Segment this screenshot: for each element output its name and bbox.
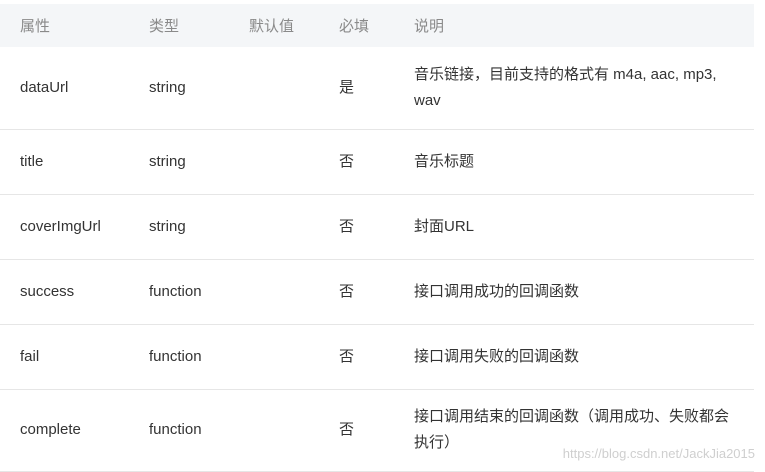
- header-default: 默认值: [249, 18, 295, 35]
- parameter-table: 属性 类型 默认值 必填 说明 dataUrl string 是 音乐链接，目前…: [0, 4, 754, 472]
- cell-property: complete: [20, 421, 81, 438]
- header-type: 类型: [149, 18, 180, 35]
- cell-type: function: [149, 421, 202, 438]
- table-header: 属性 类型 默认值 必填 说明: [0, 4, 754, 47]
- table-row: success function 否 接口调用成功的回调函数: [0, 259, 754, 324]
- header-required: 必填: [339, 18, 370, 35]
- cell-required: 否: [339, 282, 355, 300]
- cell-description: 音乐链接，目前支持的格式有 m4a, aac, mp3, wav: [414, 65, 717, 109]
- cell-required: 否: [339, 217, 355, 235]
- cell-description: 封面URL: [414, 217, 475, 235]
- table-body: dataUrl string 是 音乐链接，目前支持的格式有 m4a, aac,…: [0, 47, 754, 471]
- cell-description: 接口调用失败的回调函数: [414, 347, 580, 365]
- cell-default: [229, 389, 319, 471]
- cell-type: string: [149, 78, 186, 96]
- cell-required: 否: [339, 152, 355, 170]
- cell-property: dataUrl: [20, 78, 69, 96]
- cell-property: coverImgUrl: [20, 217, 101, 235]
- cell-type: function: [149, 282, 202, 300]
- table-row: fail function 否 接口调用失败的回调函数: [0, 324, 754, 389]
- header-row: 属性 类型 默认值 必填 说明: [0, 4, 754, 47]
- cell-required: 否: [339, 421, 355, 438]
- cell-property: fail: [20, 347, 40, 365]
- cell-property: title: [20, 152, 44, 170]
- cell-description: 音乐标题: [414, 152, 475, 170]
- table-row: coverImgUrl string 否 封面URL: [0, 194, 754, 259]
- cell-default: [229, 47, 319, 129]
- header-property: 属性: [20, 18, 51, 35]
- header-description: 说明: [414, 18, 445, 35]
- table-row: dataUrl string 是 音乐链接，目前支持的格式有 m4a, aac,…: [0, 47, 754, 129]
- cell-required: 是: [339, 78, 355, 96]
- cell-required: 否: [339, 347, 355, 365]
- cell-description: 接口调用成功的回调函数: [414, 282, 580, 300]
- watermark-text: https://blog.csdn.net/JackJia2015: [562, 446, 755, 461]
- cell-property: success: [20, 282, 75, 300]
- cell-default: [229, 129, 319, 194]
- cell-type: string: [149, 217, 186, 235]
- cell-type: string: [149, 152, 186, 170]
- table-row: title string 否 音乐标题: [0, 129, 754, 194]
- cell-default: [229, 259, 319, 324]
- cell-default: [229, 324, 319, 389]
- cell-type: function: [149, 347, 202, 365]
- cell-default: [229, 194, 319, 259]
